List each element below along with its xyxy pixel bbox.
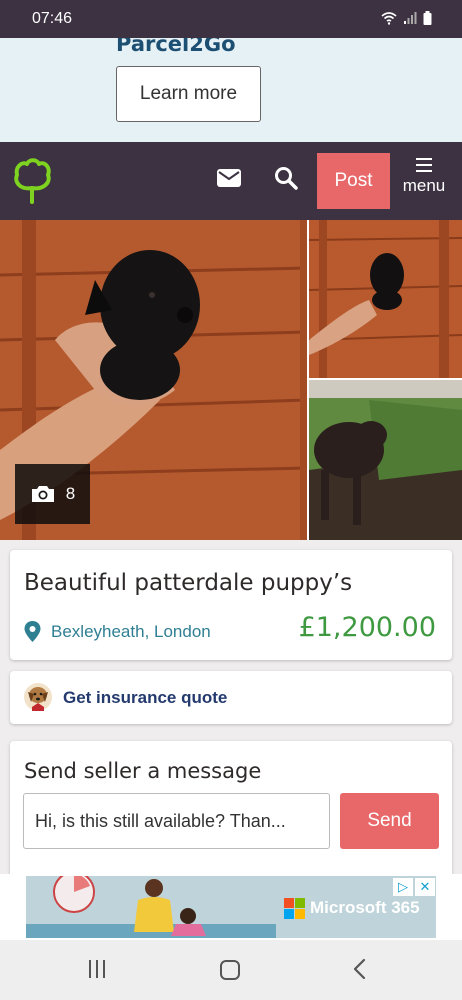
menu-label: menu — [402, 176, 446, 195]
advert-banner[interactable]: Microsoft 365 ▷ ✕ — [26, 876, 436, 938]
system-navigation-bar — [0, 940, 462, 1000]
message-input[interactable] — [23, 793, 330, 849]
recent-apps-icon[interactable] — [89, 960, 105, 978]
camera-icon — [31, 486, 54, 502]
signal-icon — [404, 12, 417, 24]
adchoices[interactable]: ▷ ✕ — [393, 878, 435, 896]
status-icons — [381, 11, 432, 25]
main-photo[interactable]: 8 — [0, 220, 307, 540]
adchoices-icon[interactable]: ▷ — [393, 878, 413, 896]
post-button[interactable]: Post — [317, 153, 390, 209]
photo-gallery: 8 — [0, 220, 462, 540]
listing-title: Beautiful patterdale puppy’s — [24, 570, 353, 596]
listing-location[interactable]: Bexleyheath, London — [51, 622, 211, 642]
learn-more-button[interactable]: Learn more — [116, 66, 261, 122]
home-icon[interactable] — [220, 960, 240, 980]
listing-price: £1,200.00 — [298, 612, 436, 643]
message-section-title: Send seller a message — [24, 759, 262, 783]
microsoft-logo-icon — [284, 898, 305, 919]
status-time: 07:46 — [32, 10, 73, 27]
advert-brand: Parcel2Go — [116, 38, 236, 56]
seller-message-card: Send seller a message Send — [10, 741, 452, 881]
listing-summary-card: Beautiful patterdale puppy’s Bexleyheath… — [10, 550, 452, 660]
mail-icon[interactable] — [217, 169, 241, 187]
bottom-advert[interactable]: Microsoft 365 ▷ ✕ — [0, 874, 462, 940]
tree-logo-icon[interactable] — [12, 158, 52, 204]
thumbnail-photo-2[interactable] — [309, 380, 462, 540]
top-advert[interactable]: Parcel2Go Learn more — [0, 38, 462, 142]
puppy-fence-photo — [309, 220, 462, 378]
location-pin-icon — [24, 621, 41, 642]
header-nav: Post menu — [0, 142, 462, 220]
status-bar: 07:46 — [0, 0, 462, 38]
battery-icon — [423, 11, 432, 25]
thumbnail-photo-1[interactable] — [309, 220, 462, 378]
search-icon[interactable] — [274, 166, 298, 190]
menu-button[interactable]: menu — [398, 158, 450, 196]
back-icon[interactable] — [352, 958, 366, 980]
insurance-quote-card[interactable]: Get insurance quote — [10, 671, 452, 724]
insurance-quote-link[interactable]: Get insurance quote — [63, 688, 227, 708]
puppy-garden-photo — [309, 380, 462, 540]
photo-count: 8 — [65, 484, 76, 503]
insurance-dog-icon — [24, 683, 52, 711]
advert-brand-label: Microsoft 365 — [310, 898, 420, 917]
photo-count-badge[interactable]: 8 — [15, 464, 90, 524]
hamburger-icon — [398, 158, 450, 172]
send-button[interactable]: Send — [340, 793, 439, 849]
close-ad-icon[interactable]: ✕ — [415, 878, 435, 896]
wifi-icon — [381, 12, 397, 25]
